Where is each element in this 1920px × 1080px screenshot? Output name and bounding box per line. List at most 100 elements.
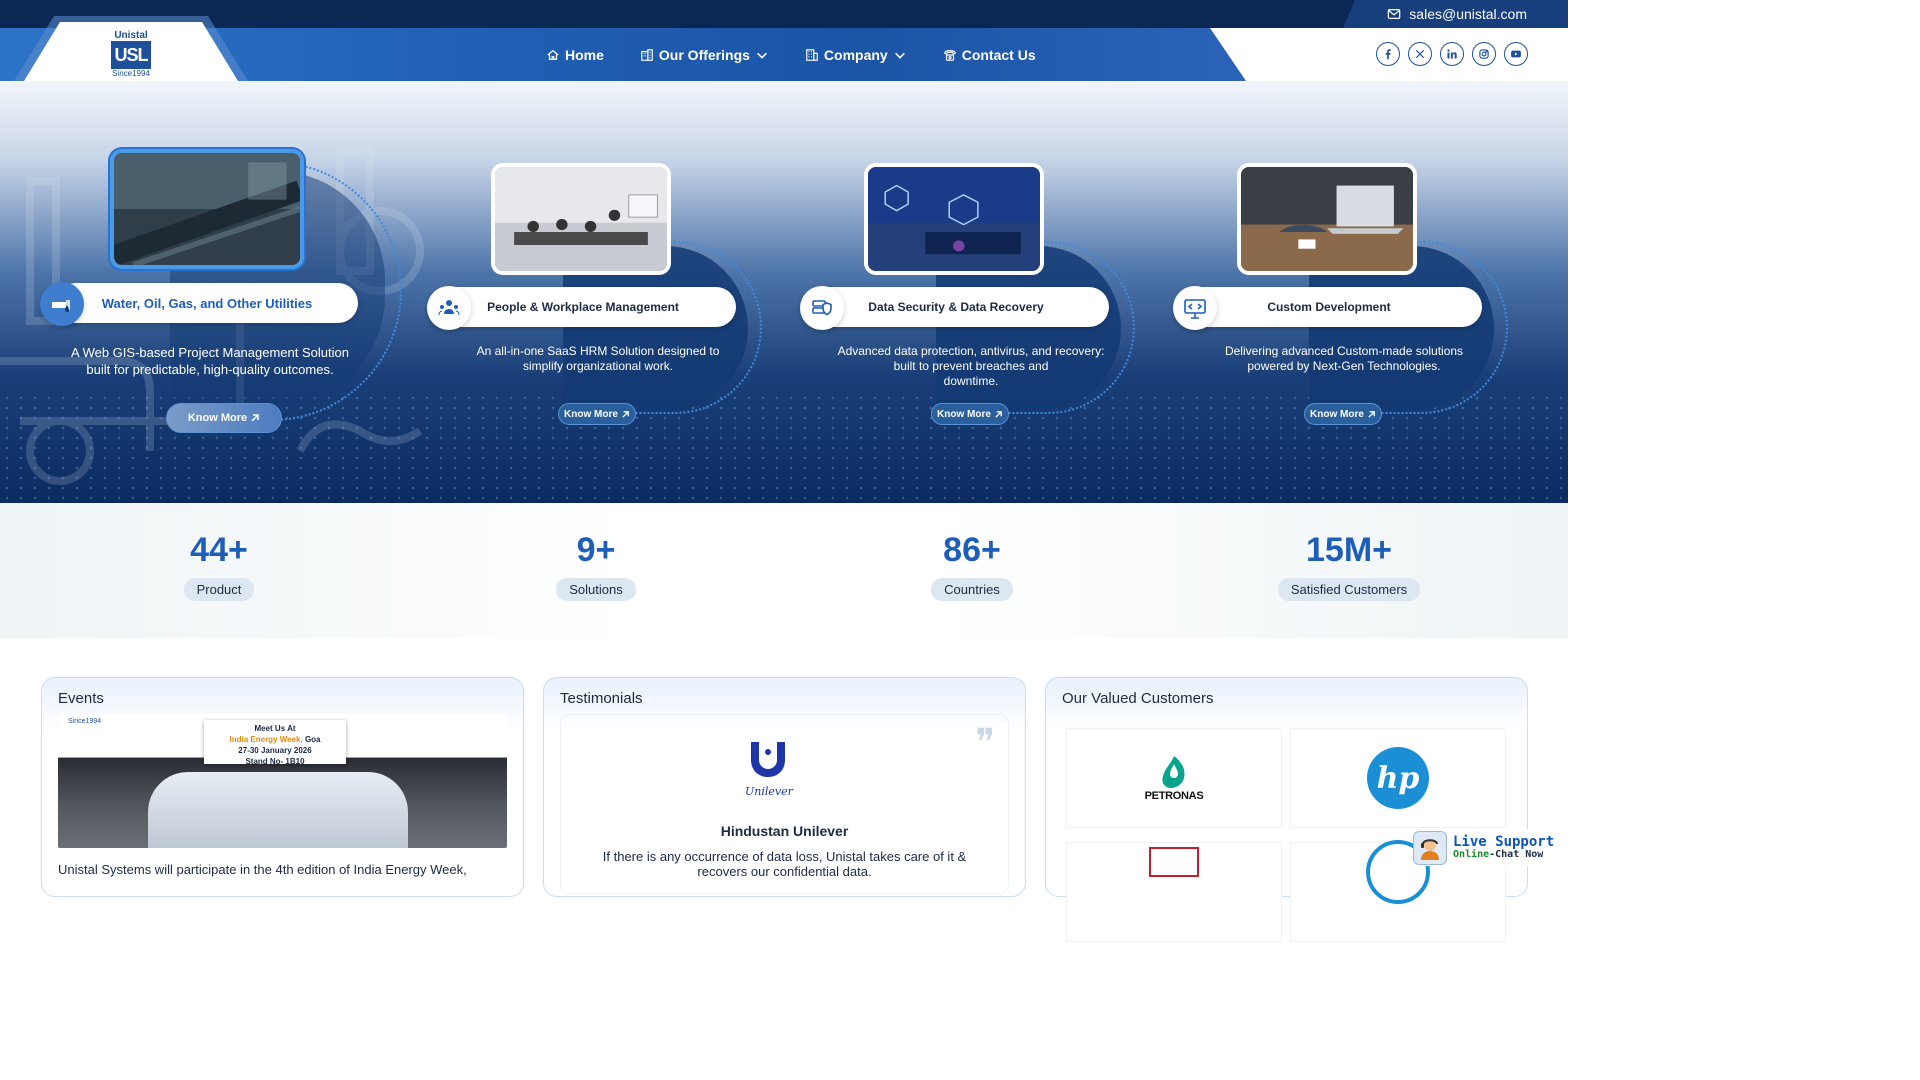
- custom-development-title-pill[interactable]: Custom Development: [1176, 287, 1482, 327]
- utilities-desc-line1: A Web GIS-based Project Management Solut…: [71, 345, 349, 360]
- hp-logo: hp: [1367, 747, 1429, 809]
- code-monitor-icon: [1173, 286, 1217, 330]
- arrow-up-right-icon: [995, 410, 1002, 418]
- event-image[interactable]: Since1994 Meet Us At India Energy Week, …: [58, 714, 507, 848]
- logo-mark: USL: [111, 41, 151, 69]
- utilities-image[interactable]: [110, 149, 304, 269]
- stat-products-value: 44+: [190, 531, 248, 569]
- hrm-title-pill[interactable]: People & Workplace Management: [430, 287, 736, 327]
- stat-customers: 15M+ Satisfied Customers: [1199, 503, 1499, 601]
- data-security-desc-line3: downtime.: [943, 374, 999, 388]
- stat-solutions-label: Solutions: [556, 578, 636, 601]
- email-link[interactable]: sales@unistal.com: [1343, 0, 1568, 28]
- customer-logo-cell: hp: [1290, 728, 1506, 828]
- live-support-cta: -Chat Now: [1489, 848, 1544, 860]
- support-agent-icon: [1413, 830, 1447, 865]
- hrm-desc-line2: simplify organizational work.: [522, 359, 674, 373]
- utilities-title-pill[interactable]: Water, Oil, Gas, and Other Utilities: [56, 283, 358, 323]
- unilever-wordmark: Unilever: [745, 785, 793, 798]
- facebook-icon[interactable]: [1376, 42, 1400, 66]
- event-since-text: Since1994: [68, 718, 102, 725]
- stat-countries-value: 86+: [943, 531, 1001, 569]
- custom-development-know-more-label: Know More: [1310, 408, 1364, 420]
- stat-products: 44+ Product: [69, 503, 369, 601]
- event-banner-line3: 27-30 January 2026: [238, 746, 312, 755]
- x-icon[interactable]: [1408, 42, 1432, 66]
- unistal-logo[interactable]: Unistal USL Since1994: [110, 30, 152, 82]
- hrm-title: People & Workplace Management: [487, 300, 679, 314]
- unilever-logo: Unilever: [745, 740, 793, 798]
- nav-company-label: Company: [823, 46, 888, 63]
- live-support-widget[interactable]: Live Support Online-Chat Now: [1413, 829, 1563, 866]
- nav-company[interactable]: Company: [805, 47, 907, 63]
- hrm-desc-line1: An all-in-one SaaS HRM Solution designed…: [476, 344, 720, 358]
- arrow-up-right-icon: [1368, 410, 1375, 418]
- hrm-image[interactable]: [491, 163, 671, 275]
- meeting-photo: [495, 167, 667, 271]
- event-banner-line1: Meet Us At: [254, 724, 296, 733]
- utilities-desc: A Web GIS-based Project Management Solut…: [60, 344, 360, 378]
- hrm-know-more-label: Know More: [564, 408, 618, 420]
- nav-contact-us[interactable]: Contact Us: [943, 47, 1036, 63]
- custom-development-desc: Delivering advanced Custom-made solution…: [1194, 344, 1494, 374]
- customer-logo-cell: PETRONAS: [1066, 728, 1282, 828]
- hero-card-custom-development: Custom Development Delivering advanced C…: [1154, 81, 1534, 503]
- stat-products-label: Product: [183, 578, 255, 601]
- home-icon: [547, 49, 559, 60]
- live-support-status: Online: [1453, 848, 1490, 860]
- stat-customers-value: 15M+: [1306, 531, 1392, 569]
- events-panel: Events Since1994 Meet Us At India Energy…: [41, 677, 524, 897]
- stat-countries: 86+ Countries: [822, 503, 1122, 601]
- hero-card-data-security: Data Security & Data Recovery Advanced d…: [781, 81, 1161, 503]
- water-gas-icon: [40, 282, 84, 326]
- stat-countries-label: Countries: [931, 578, 1013, 601]
- data-security-title-pill[interactable]: Data Security & Data Recovery: [803, 287, 1109, 327]
- logo-top-text: Unistal: [114, 30, 148, 41]
- email-text: sales@unistal.com: [1409, 6, 1527, 22]
- custom-development-know-more-button[interactable]: Know More: [1304, 403, 1382, 425]
- stat-solutions: 9+ Solutions: [446, 503, 746, 601]
- social-links: [1376, 42, 1528, 66]
- data-security-title: Data Security & Data Recovery: [868, 300, 1044, 314]
- stat-solutions-value: 9+: [576, 531, 616, 569]
- data-security-desc-line1: Advanced data protection, antivirus, and…: [837, 344, 1105, 358]
- custom-development-title: Custom Development: [1267, 300, 1391, 314]
- pipeline-photo: [114, 153, 300, 265]
- nav-contact-us-label: Contact Us: [961, 46, 1036, 63]
- customer-logo-cell: [1066, 842, 1282, 942]
- linkedin-icon[interactable]: [1440, 42, 1464, 66]
- live-support-text: Live Support Online-Chat Now: [1453, 835, 1554, 861]
- data-security-know-more-label: Know More: [937, 408, 991, 420]
- office-icon: [806, 48, 818, 61]
- custom-development-desc-line1: Delivering advanced Custom-made solution…: [1224, 344, 1464, 358]
- keyboard-photo: [868, 167, 1040, 271]
- instagram-icon[interactable]: [1472, 42, 1496, 66]
- hrm-know-more-button[interactable]: Know More: [558, 403, 636, 425]
- event-banner-line2: India Energy Week, Goa: [204, 734, 346, 745]
- event-banner-line4: Stand No- 1B10: [245, 757, 305, 766]
- data-security-image[interactable]: [864, 163, 1044, 275]
- youtube-icon[interactable]: [1504, 42, 1528, 66]
- event-banner: Meet Us At India Energy Week, Goa 27-30 …: [204, 720, 346, 766]
- nav-menu: Home Our Offerings Company Contact Us: [546, 28, 1036, 81]
- utilities-know-more-button[interactable]: Know More: [166, 403, 282, 433]
- phone-icon: [943, 49, 956, 61]
- arrow-up-right-icon: [251, 414, 259, 422]
- hero-card-hrm: People & Workplace Management An all-in-…: [408, 81, 788, 503]
- stats-section: 44+ Product 9+ Solutions 86+ Countries 1…: [0, 503, 1568, 638]
- data-shield-icon: [800, 286, 844, 330]
- chevron-down-icon: [756, 52, 767, 59]
- custom-development-image[interactable]: [1237, 163, 1417, 275]
- hrm-desc: An all-in-one SaaS HRM Solution designed…: [448, 344, 748, 374]
- chevron-down-icon: [894, 52, 905, 59]
- nav-our-offerings-label: Our Offerings: [658, 46, 750, 63]
- utilities-know-more-label: Know More: [187, 412, 248, 424]
- nav-home[interactable]: Home: [546, 47, 604, 63]
- nav-our-offerings[interactable]: Our Offerings: [640, 47, 769, 63]
- data-security-know-more-button[interactable]: Know More: [931, 403, 1009, 425]
- quote-icon: ❞: [975, 722, 995, 763]
- events-title: Events: [58, 690, 104, 707]
- arrow-up-right-icon: [622, 410, 629, 418]
- event-booth-graphic: [148, 772, 408, 848]
- utilities-desc-line2: built for predictable, high-quality outc…: [86, 362, 334, 377]
